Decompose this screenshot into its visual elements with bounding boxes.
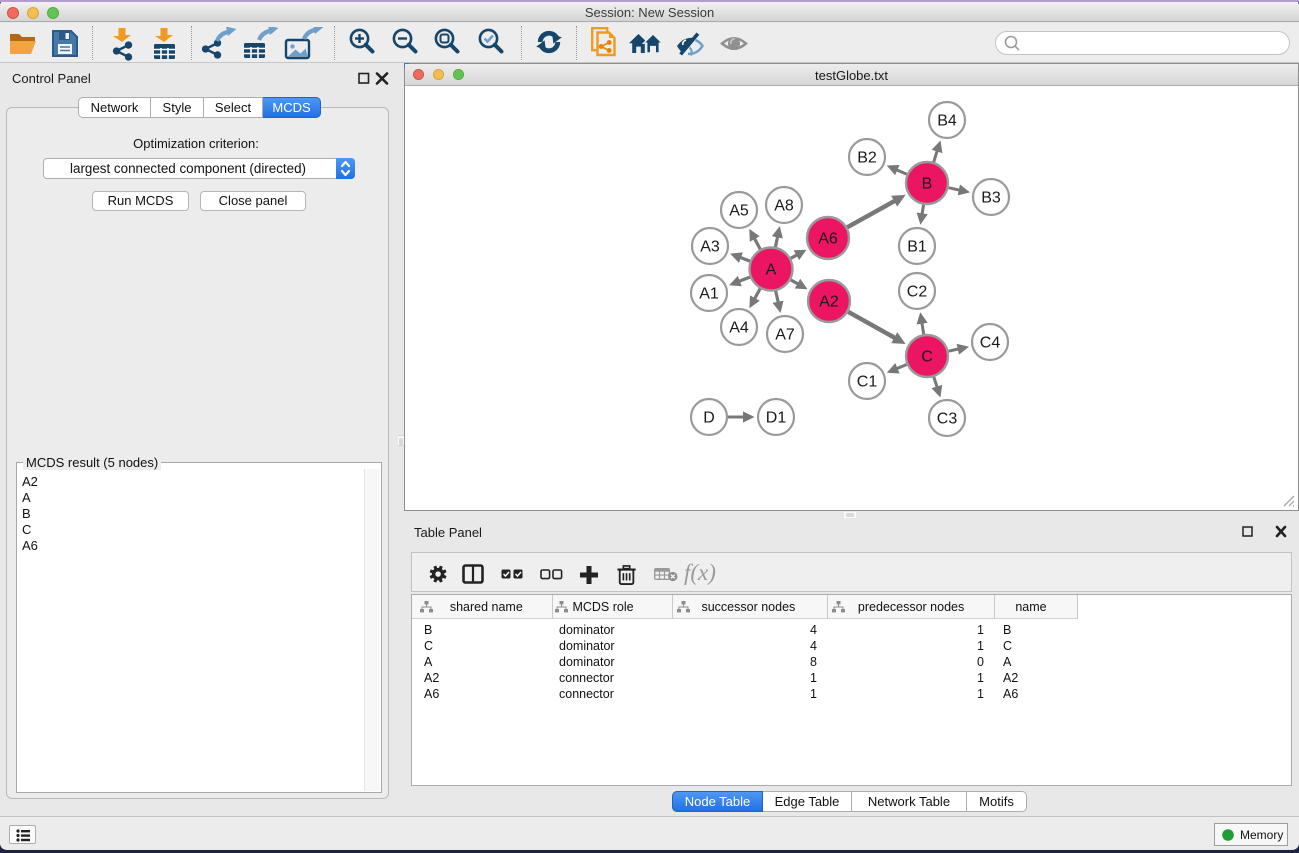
svg-text:B4: B4 (937, 113, 957, 130)
svg-text:B3: B3 (981, 190, 1001, 207)
svg-text:A4: A4 (729, 320, 749, 337)
svg-text:A7: A7 (775, 327, 795, 344)
svg-text:C1: C1 (857, 374, 878, 391)
svg-text:A5: A5 (729, 203, 749, 220)
svg-text:A2: A2 (819, 294, 839, 311)
svg-text:A1: A1 (699, 286, 719, 303)
svg-text:C3: C3 (937, 411, 958, 428)
svg-text:A6: A6 (818, 231, 838, 248)
svg-text:A3: A3 (700, 239, 720, 256)
svg-text:D: D (703, 410, 715, 427)
svg-text:C4: C4 (980, 335, 1001, 352)
svg-text:C2: C2 (907, 284, 928, 301)
svg-text:B: B (922, 176, 933, 193)
svg-text:C: C (921, 349, 933, 366)
svg-text:D1: D1 (766, 410, 787, 427)
svg-text:B1: B1 (907, 239, 927, 256)
svg-text:B2: B2 (857, 150, 877, 167)
svg-text:A: A (766, 262, 777, 279)
svg-text:A8: A8 (774, 198, 794, 215)
